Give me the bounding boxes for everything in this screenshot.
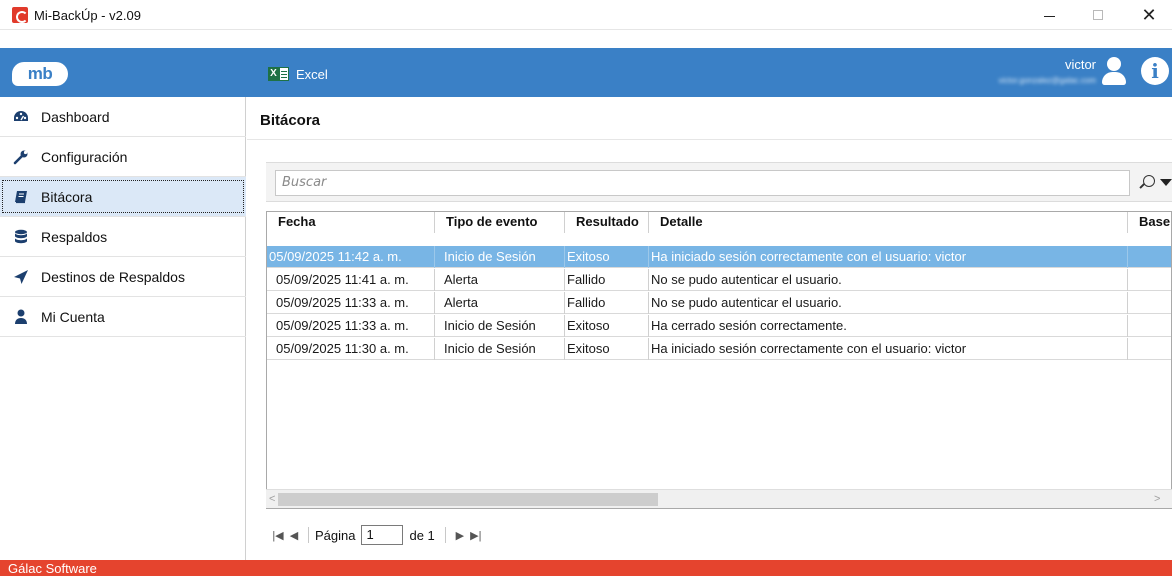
column-header-tipo[interactable]: Tipo de evento	[435, 212, 565, 233]
table-row[interactable]: 05/09/2025 11:30 a. m. Inicio de Sesión …	[267, 338, 1171, 360]
page-count: de 1	[409, 527, 435, 543]
cell-fecha: 05/09/2025 11:33 a. m.	[267, 292, 435, 314]
pager-separator	[308, 527, 309, 543]
send-icon	[13, 269, 29, 285]
minimize-button[interactable]	[1026, 0, 1072, 30]
search-input[interactable]: Buscar	[275, 170, 1130, 196]
sidebar-item-label: Configuración	[41, 148, 128, 165]
sidebar-item-configuracion[interactable]: Configuración	[0, 137, 246, 177]
window-title: Mi-BackÚp - v2.09	[34, 8, 141, 23]
cell-tipo: Inicio de Sesión	[435, 338, 565, 360]
horizontal-scrollbar[interactable]: < >	[266, 489, 1172, 508]
close-button[interactable]: ✕	[1126, 0, 1172, 30]
scroll-left-icon[interactable]: <	[269, 493, 275, 505]
table-row[interactable]: 05/09/2025 11:41 a. m. Alerta Fallido No…	[267, 269, 1171, 291]
first-page-icon[interactable]: |◀	[270, 529, 286, 542]
minimize-icon	[1044, 16, 1055, 17]
search-bar: Buscar	[266, 162, 1172, 202]
cell-fecha: 05/09/2025 11:33 a. m.	[267, 315, 435, 337]
app-icon	[12, 7, 28, 23]
last-page-icon[interactable]: ▶|	[468, 529, 484, 542]
column-header-fecha[interactable]: Fecha	[267, 212, 435, 233]
user-icon	[13, 309, 29, 325]
excel-icon: X	[268, 66, 290, 82]
cell-tipo: Inicio de Sesión	[435, 246, 565, 268]
title-bar: Mi-BackÚp - v2.09 ✕	[0, 0, 1172, 30]
cell-detalle: Ha iniciado sesión correctamente con el …	[649, 338, 1128, 360]
cell-detalle: No se pudo autenticar el usuario.	[649, 269, 1128, 291]
cell-resultado: Exitoso	[565, 246, 649, 268]
user-name: victor	[1064, 57, 1096, 72]
cell-base	[1128, 315, 1171, 337]
dashboard-icon	[13, 109, 29, 125]
excel-export-button[interactable]: X Excel	[268, 64, 328, 84]
dropdown-arrow-icon[interactable]	[1160, 179, 1172, 186]
sidebar: Dashboard Configuración Bitácora Respald…	[0, 97, 246, 560]
pager-separator	[444, 527, 446, 543]
cell-detalle: No se pudo autenticar el usuario.	[649, 292, 1128, 314]
prev-page-icon[interactable]: ◀	[286, 529, 302, 542]
scroll-right-icon[interactable]: >	[1154, 493, 1160, 505]
excel-label: Excel	[296, 66, 328, 82]
close-icon: ✕	[1141, 5, 1157, 25]
user-email: victor.gonzalez@galac.com	[998, 76, 1097, 85]
cell-base	[1128, 269, 1171, 291]
sidebar-item-label: Mi Cuenta	[41, 308, 105, 325]
cell-base	[1128, 338, 1171, 360]
status-text: Gálac Software	[8, 561, 97, 576]
cell-resultado: Fallido	[565, 292, 649, 314]
cell-resultado: Exitoso	[565, 338, 649, 360]
sidebar-item-label: Destinos de Respaldos	[41, 268, 185, 285]
cell-detalle: Ha iniciado sesión correctamente con el …	[649, 246, 1128, 268]
book-icon	[13, 189, 29, 205]
cell-detalle: Ha cerrado sesión correctamente.	[649, 315, 1128, 337]
database-icon	[13, 229, 29, 245]
sidebar-item-label: Dashboard	[41, 108, 110, 125]
logo-text: mb	[27, 64, 53, 83]
page-number-input[interactable]: 1	[361, 525, 404, 545]
cell-fecha: 05/09/2025 11:42 a. m.	[267, 246, 435, 268]
column-header-base[interactable]: Base	[1128, 212, 1171, 233]
info-icon[interactable]: i	[1141, 57, 1169, 85]
page-label: Página	[315, 527, 356, 543]
user-account-icon[interactable]	[1101, 57, 1127, 87]
cell-base	[1128, 246, 1171, 268]
maximize-icon	[1093, 10, 1103, 20]
cell-base	[1128, 292, 1171, 314]
cell-tipo: Alerta	[435, 269, 565, 291]
wrench-icon	[13, 149, 29, 165]
scrollbar-thumb[interactable]	[278, 493, 658, 506]
table-row[interactable]: 05/09/2025 11:33 a. m. Inicio de Sesión …	[267, 315, 1171, 337]
sidebar-item-dashboard[interactable]: Dashboard	[0, 97, 246, 137]
events-table: Fecha Tipo de evento Resultado Detalle B…	[266, 211, 1172, 509]
next-page-icon[interactable]: ▶	[452, 529, 468, 542]
sidebar-item-respaldos[interactable]: Respaldos	[0, 217, 246, 257]
sidebar-item-bitacora[interactable]: Bitácora	[0, 177, 246, 217]
column-header-detalle[interactable]: Detalle	[649, 212, 1128, 233]
page-title: Bitácora	[260, 112, 321, 129]
cell-tipo: Alerta	[435, 292, 565, 314]
cell-resultado: Fallido	[565, 269, 649, 291]
pager: |◀ ◀ Página 1 de 1 ▶ ▶|	[270, 524, 484, 546]
table-row[interactable]: 05/09/2025 11:42 a. m. Inicio de Sesión …	[267, 246, 1171, 268]
sidebar-item-label: Bitácora	[41, 188, 93, 205]
cell-resultado: Exitoso	[565, 315, 649, 337]
cell-tipo: Inicio de Sesión	[435, 315, 565, 337]
logo-area: mb	[0, 48, 246, 97]
sidebar-item-mi-cuenta[interactable]: Mi Cuenta	[0, 297, 246, 337]
app-logo: mb	[12, 62, 68, 86]
cell-fecha: 05/09/2025 11:41 a. m.	[267, 269, 435, 291]
table-row[interactable]: 05/09/2025 11:33 a. m. Alerta Fallido No…	[267, 292, 1171, 314]
divider	[247, 139, 1172, 140]
column-header-resultado[interactable]: Resultado	[565, 212, 649, 233]
sidebar-item-label: Respaldos	[41, 228, 108, 245]
search-icon[interactable]	[1143, 175, 1155, 187]
status-bar: Gálac Software	[0, 560, 1172, 576]
sidebar-item-destinos[interactable]: Destinos de Respaldos	[0, 257, 246, 297]
maximize-button[interactable]	[1075, 0, 1121, 30]
cell-fecha: 05/09/2025 11:30 a. m.	[267, 338, 435, 360]
